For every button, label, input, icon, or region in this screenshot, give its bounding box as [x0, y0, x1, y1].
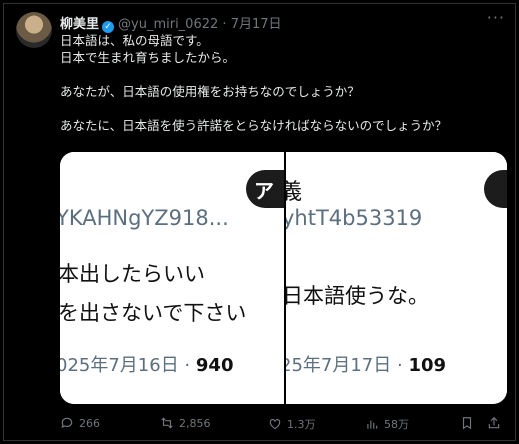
quoted-kanji: 義: [286, 180, 303, 205]
tweet-line: 日本で生まれ育ちましたから。: [60, 50, 236, 65]
retweet-button[interactable]: 2,856: [160, 416, 211, 430]
tweet-text: 日本語は、私の母語です。 日本で生まれ育ちましたから。 あなたが、日本語の使用権…: [60, 32, 510, 134]
tweet-header: 柳美里 ✓ @yu_miri_0622 · 7月17日: [60, 13, 282, 33]
heart-icon: [269, 419, 281, 430]
tweet-line: あなたが、日本語の使用権をお持ちなのでしょうか？: [60, 84, 360, 99]
tweet-line: あなたに、日本語を使う許諾をとらなければならないのでしょうか？: [60, 118, 448, 133]
tweet-line: 日本語は、私の母語です。: [60, 33, 209, 48]
retweet-count: 2,856: [179, 416, 211, 430]
author-name[interactable]: 柳美里: [60, 17, 99, 32]
like-count: 1.3万: [287, 418, 316, 431]
post-id-text: YKAHNgYZ918...: [60, 206, 229, 230]
dark-pill: [484, 170, 507, 208]
avatar[interactable]: [16, 12, 52, 48]
more-options-icon[interactable]: ···: [487, 8, 505, 27]
retweet-icon: [161, 417, 173, 429]
reply-count: 266: [79, 416, 100, 430]
views-button[interactable]: 58万: [365, 416, 409, 432]
quoted-line: を出さないで下さい: [60, 301, 247, 325]
quoted-line: 日本語使うな。: [286, 284, 429, 308]
like-button[interactable]: 1.3万: [268, 416, 316, 432]
pill-text: ア: [254, 179, 274, 203]
bookmark-icon: [462, 417, 472, 430]
quoted-count: 940: [195, 355, 234, 376]
views-count: 58万: [384, 418, 409, 431]
tweet-date[interactable]: 7月17日: [231, 17, 282, 32]
post-id-text: yhtT4b53319: [286, 206, 423, 230]
quoted-date-stamp: 025年7月16日 · 940: [60, 351, 233, 377]
quoted-date: 025年7月16日 ·: [60, 355, 196, 376]
quoted-count: 109: [408, 355, 447, 376]
action-bar: 266 2,856 1.3万 58万: [60, 416, 507, 434]
quoted-date: 25年7月17日 ·: [286, 355, 409, 376]
tweet-media[interactable]: ア YKAHNgYZ918... 本出したらいい を出さないで下さい 025年7…: [60, 152, 507, 404]
bookmark-button[interactable]: [460, 416, 474, 430]
share-button[interactable]: [487, 416, 501, 430]
reply-icon: [61, 417, 73, 429]
share-icon: [488, 416, 500, 429]
media-image-right[interactable]: 義 yhtT4b53319 日本語使うな。 25年7月17日 · 109: [286, 152, 507, 404]
quoted-date-stamp: 25年7月17日 · 109: [286, 351, 446, 377]
separator: ·: [222, 17, 227, 32]
media-image-left[interactable]: ア YKAHNgYZ918... 本出したらいい を出さないで下さい 025年7…: [60, 152, 284, 404]
reply-button[interactable]: 266: [60, 416, 100, 430]
author-handle[interactable]: @yu_miri_0622: [118, 17, 218, 32]
dark-pill: ア: [246, 170, 284, 208]
views-bar-chart-icon: [367, 420, 378, 429]
quoted-line: 本出したらいい: [60, 262, 205, 286]
